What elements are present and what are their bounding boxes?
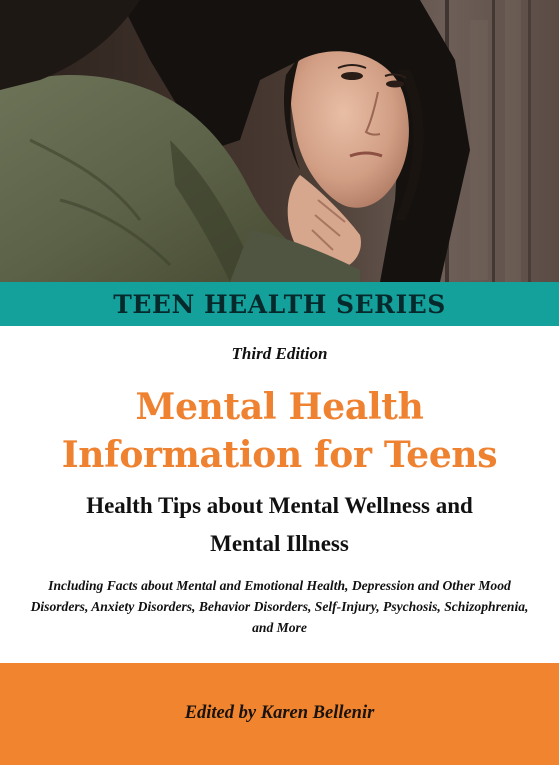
editor-band: Edited by Karen Bellenir bbox=[0, 663, 559, 765]
series-band: TEEN HEALTH SERIES bbox=[0, 282, 559, 326]
book-tagline: Including Facts about Mental and Emotion… bbox=[30, 578, 529, 635]
editor-credit: Edited by Karen Bellenir bbox=[184, 703, 375, 723]
book-title-line-1: Mental Health bbox=[135, 386, 424, 428]
book-subtitle-line-2: Mental Illness bbox=[210, 531, 349, 556]
edition-label: Third Edition bbox=[231, 344, 328, 363]
cover-photo bbox=[0, 0, 559, 282]
series-title: TEEN HEALTH SERIES bbox=[113, 290, 446, 319]
book-cover: TEEN HEALTH SERIES Third Edition Mental … bbox=[0, 0, 559, 765]
book-title-line-2: Information for Teens bbox=[61, 434, 498, 476]
book-subtitle-line-1: Health Tips about Mental Wellness and bbox=[86, 493, 473, 518]
